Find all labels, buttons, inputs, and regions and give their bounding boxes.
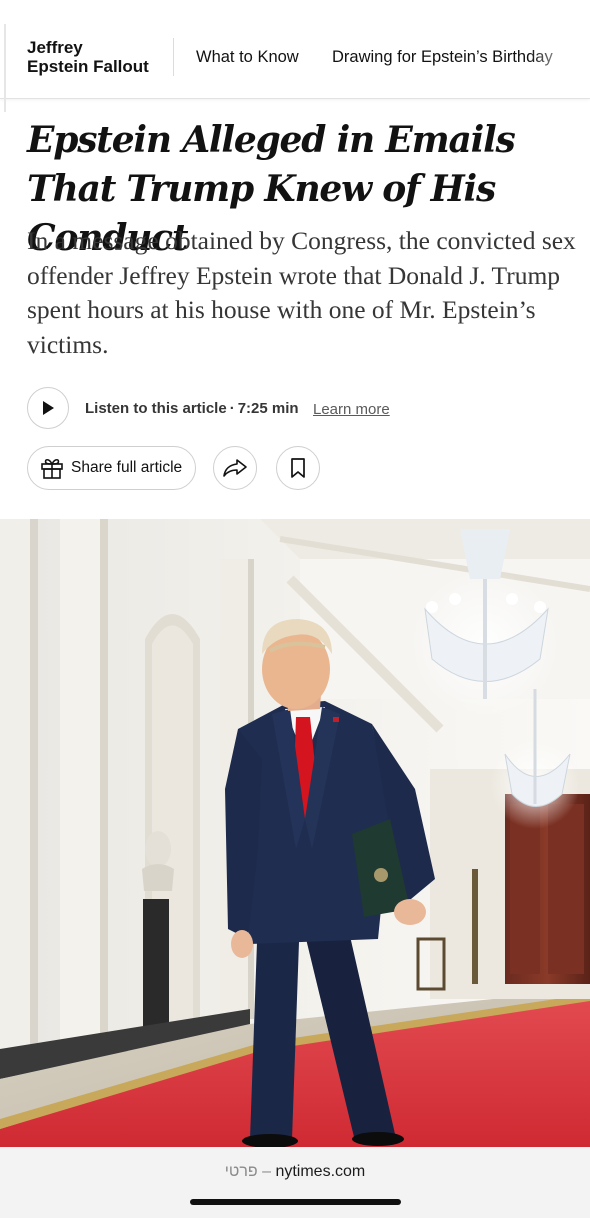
nav-link-what-to-know[interactable]: What to Know [196, 48, 299, 67]
listen-info: Listen to this article · 7:25 min [85, 400, 299, 417]
lead-photo [0, 519, 590, 1147]
home-indicator[interactable] [190, 1199, 401, 1205]
listen-separator: · [229, 400, 235, 417]
bookmark-icon [291, 458, 305, 478]
page-domain: nytimes.com [275, 1163, 366, 1180]
section-title[interactable]: Jeffrey Epstein Fallout [27, 38, 167, 76]
lead-photo-illustration [0, 519, 590, 1147]
listen-duration: 7:25 min [237, 400, 299, 417]
address-bar[interactable]: פרטי – nytimes.com [0, 1163, 590, 1181]
section-nav-bar: Jeffrey Epstein Fallout What to Know Dra… [0, 0, 590, 112]
listen-label: Listen to this article [85, 400, 227, 417]
share-full-article-label: Share full article [71, 459, 183, 476]
play-audio-button[interactable] [27, 387, 69, 429]
learn-more-link[interactable]: Learn more [313, 401, 390, 418]
address-dash: – [262, 1163, 271, 1180]
nav-divider [173, 38, 174, 76]
nav-fade-overlay [530, 40, 590, 76]
browser-bottom-bar: פרטי – nytimes.com [0, 1147, 590, 1218]
share-full-article-button[interactable]: Share full article [27, 446, 196, 490]
gift-icon [41, 458, 63, 479]
share-button[interactable] [213, 446, 257, 490]
section-title-line1: Jeffrey [27, 38, 83, 57]
nav-link-drawing-birthday[interactable]: Drawing for Epstein’s Birthday [332, 48, 553, 67]
section-title-line2: Epstein Fallout [27, 57, 149, 76]
nav-edge-divider [4, 24, 6, 112]
save-bookmark-button[interactable] [276, 446, 320, 490]
share-arrow-icon [223, 459, 247, 477]
article-summary: In a message obtained by Congress, the c… [27, 226, 576, 359]
private-browsing-label: פרטי [224, 1163, 258, 1180]
play-icon [43, 401, 54, 415]
